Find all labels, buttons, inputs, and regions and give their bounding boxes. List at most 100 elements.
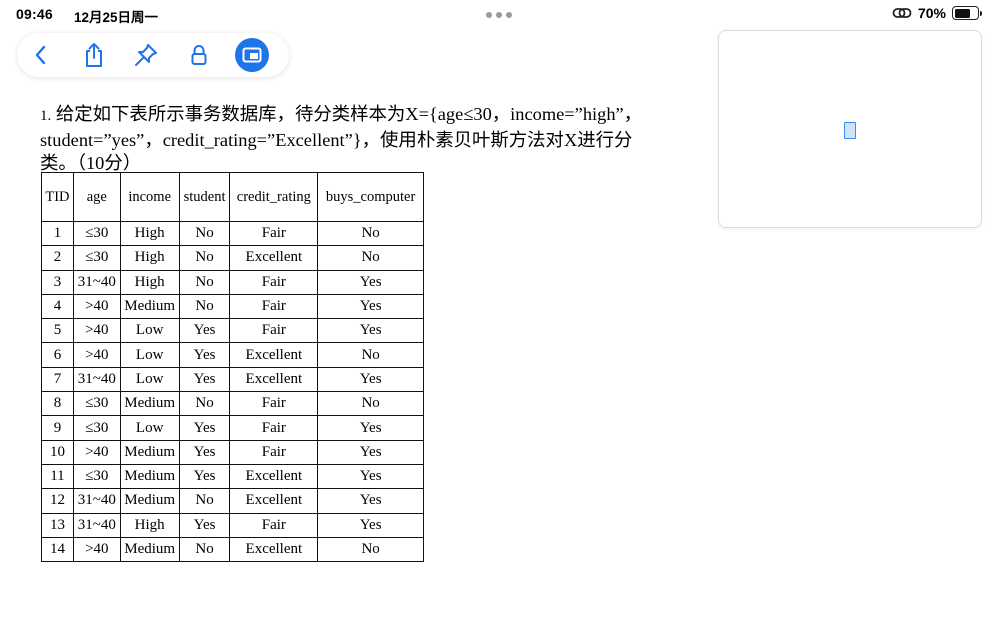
cell-credit-rating: Excellent — [229, 366, 319, 393]
cell-student: No — [178, 391, 231, 417]
table-row: 11 ≤30 Medium Yes Excellent Yes — [41, 463, 424, 490]
table-row: 13 31~40 High Yes Fair Yes — [41, 512, 424, 538]
cell-income: High — [119, 220, 180, 247]
pin-button[interactable] — [128, 37, 164, 73]
cell-age: 31~40 — [72, 269, 121, 295]
table-row: 2 ≤30 High No Excellent No — [41, 245, 424, 271]
header-buys-computer: buys_computer — [317, 172, 424, 222]
table-row: 14 >40 Medium No Excellent No — [41, 536, 424, 563]
header-income: income — [119, 172, 180, 222]
cell-credit-rating: Fair — [229, 318, 319, 344]
share-button[interactable] — [76, 37, 112, 73]
cell-credit-rating: Fair — [229, 391, 319, 417]
cell-tid: 5 — [41, 318, 74, 344]
lock-icon — [191, 45, 207, 65]
cell-income: Medium — [119, 439, 180, 465]
cell-credit-rating: Fair — [229, 439, 319, 465]
cell-income: Low — [119, 366, 180, 393]
status-date: 12月25日周一 — [74, 10, 159, 25]
cell-credit-rating: Excellent — [229, 245, 319, 271]
cell-student: No — [178, 536, 231, 563]
cell-tid: 9 — [41, 415, 74, 441]
table-row: 1 ≤30 High No Fair No — [41, 220, 424, 247]
cell-student: No — [178, 269, 231, 295]
cell-age: 31~40 — [72, 512, 121, 538]
cell-tid: 6 — [41, 342, 74, 368]
cell-tid: 2 — [41, 245, 74, 271]
cell-tid: 14 — [41, 536, 74, 563]
cell-credit-rating: Excellent — [229, 536, 319, 563]
cell-student: No — [178, 245, 231, 271]
header-credit-rating: credit_rating — [229, 172, 319, 222]
cell-buys-computer: No — [317, 245, 424, 271]
cell-buys-computer: Yes — [317, 415, 424, 441]
table-row: 9 ≤30 Low Yes Fair Yes — [41, 415, 424, 441]
document-toolbar — [17, 33, 289, 77]
page-thumbnail-icon[interactable] — [844, 122, 856, 139]
cell-student: Yes — [178, 512, 231, 538]
table-row: 6 >40 Low Yes Excellent No — [41, 342, 424, 368]
cell-tid: 10 — [41, 439, 74, 465]
cell-income: Medium — [119, 293, 180, 320]
cell-tid: 7 — [41, 366, 74, 393]
cell-credit-rating: Excellent — [229, 342, 319, 368]
table-row: 10 >40 Medium Yes Fair Yes — [41, 439, 424, 465]
window-button[interactable] — [234, 37, 270, 73]
table-row: 5 >40 Low Yes Fair Yes — [41, 318, 424, 344]
table-row: 7 31~40 Low Yes Excellent Yes — [41, 366, 424, 393]
cell-age: 31~40 — [72, 366, 121, 393]
status-time: 09:46 — [16, 6, 53, 22]
question-line-1: 1. 给定如下表所示事务数据库，待分类样本为X={age≤30，income=”… — [40, 103, 700, 129]
cell-age: >40 — [72, 318, 121, 344]
cell-age: >40 — [72, 293, 121, 320]
cell-age: >40 — [72, 342, 121, 368]
status-right: 70% — [892, 5, 982, 21]
cell-age: ≤30 — [72, 245, 121, 271]
cell-income: Medium — [119, 488, 180, 514]
cell-student: Yes — [178, 366, 231, 393]
cell-income: High — [119, 245, 180, 271]
header-student: student — [178, 172, 231, 222]
cell-buys-computer: Yes — [317, 318, 424, 344]
cell-buys-computer: Yes — [317, 439, 424, 465]
question-text: 1. 给定如下表所示事务数据库，待分类样本为X={age≤30，income=”… — [40, 103, 700, 176]
battery-icon — [952, 6, 982, 20]
cell-student: Yes — [178, 318, 231, 344]
cell-credit-rating: Excellent — [229, 463, 319, 490]
cell-credit-rating: Excellent — [229, 488, 319, 514]
cell-tid: 11 — [41, 463, 74, 490]
pin-icon — [135, 44, 157, 66]
status-bar: 09:46 12月25日周一 70% — [0, 0, 999, 28]
cell-buys-computer: Yes — [317, 366, 424, 393]
cell-buys-computer: No — [317, 391, 424, 417]
back-button[interactable] — [23, 37, 59, 73]
cell-income: High — [119, 512, 180, 538]
cell-age: 31~40 — [72, 488, 121, 514]
cell-income: Low — [119, 318, 180, 344]
header-tid: TID — [41, 172, 74, 222]
multitasking-dots-icon[interactable] — [486, 12, 512, 18]
cell-credit-rating: Fair — [229, 415, 319, 441]
cell-student: Yes — [178, 342, 231, 368]
cell-tid: 13 — [41, 512, 74, 538]
cell-tid: 12 — [41, 488, 74, 514]
cell-student: No — [178, 220, 231, 247]
question-number: 1. — [40, 108, 52, 124]
cell-student: Yes — [178, 463, 231, 490]
table-row: 12 31~40 Medium No Excellent Yes — [41, 488, 424, 514]
chevron-left-icon — [35, 45, 46, 65]
cell-age: ≤30 — [72, 391, 121, 417]
cell-income: Low — [119, 415, 180, 441]
cell-student: No — [178, 488, 231, 514]
cell-buys-computer: Yes — [317, 463, 424, 490]
cell-student: No — [178, 293, 231, 320]
cell-buys-computer: Yes — [317, 488, 424, 514]
header-age: age — [72, 172, 121, 222]
lock-button[interactable] — [181, 37, 217, 73]
page-thumbnail-panel — [718, 30, 982, 228]
cell-buys-computer: No — [317, 536, 424, 563]
cell-buys-computer: Yes — [317, 293, 424, 320]
cell-income: Medium — [119, 391, 180, 417]
cell-credit-rating: Fair — [229, 512, 319, 538]
cell-age: >40 — [72, 439, 121, 465]
